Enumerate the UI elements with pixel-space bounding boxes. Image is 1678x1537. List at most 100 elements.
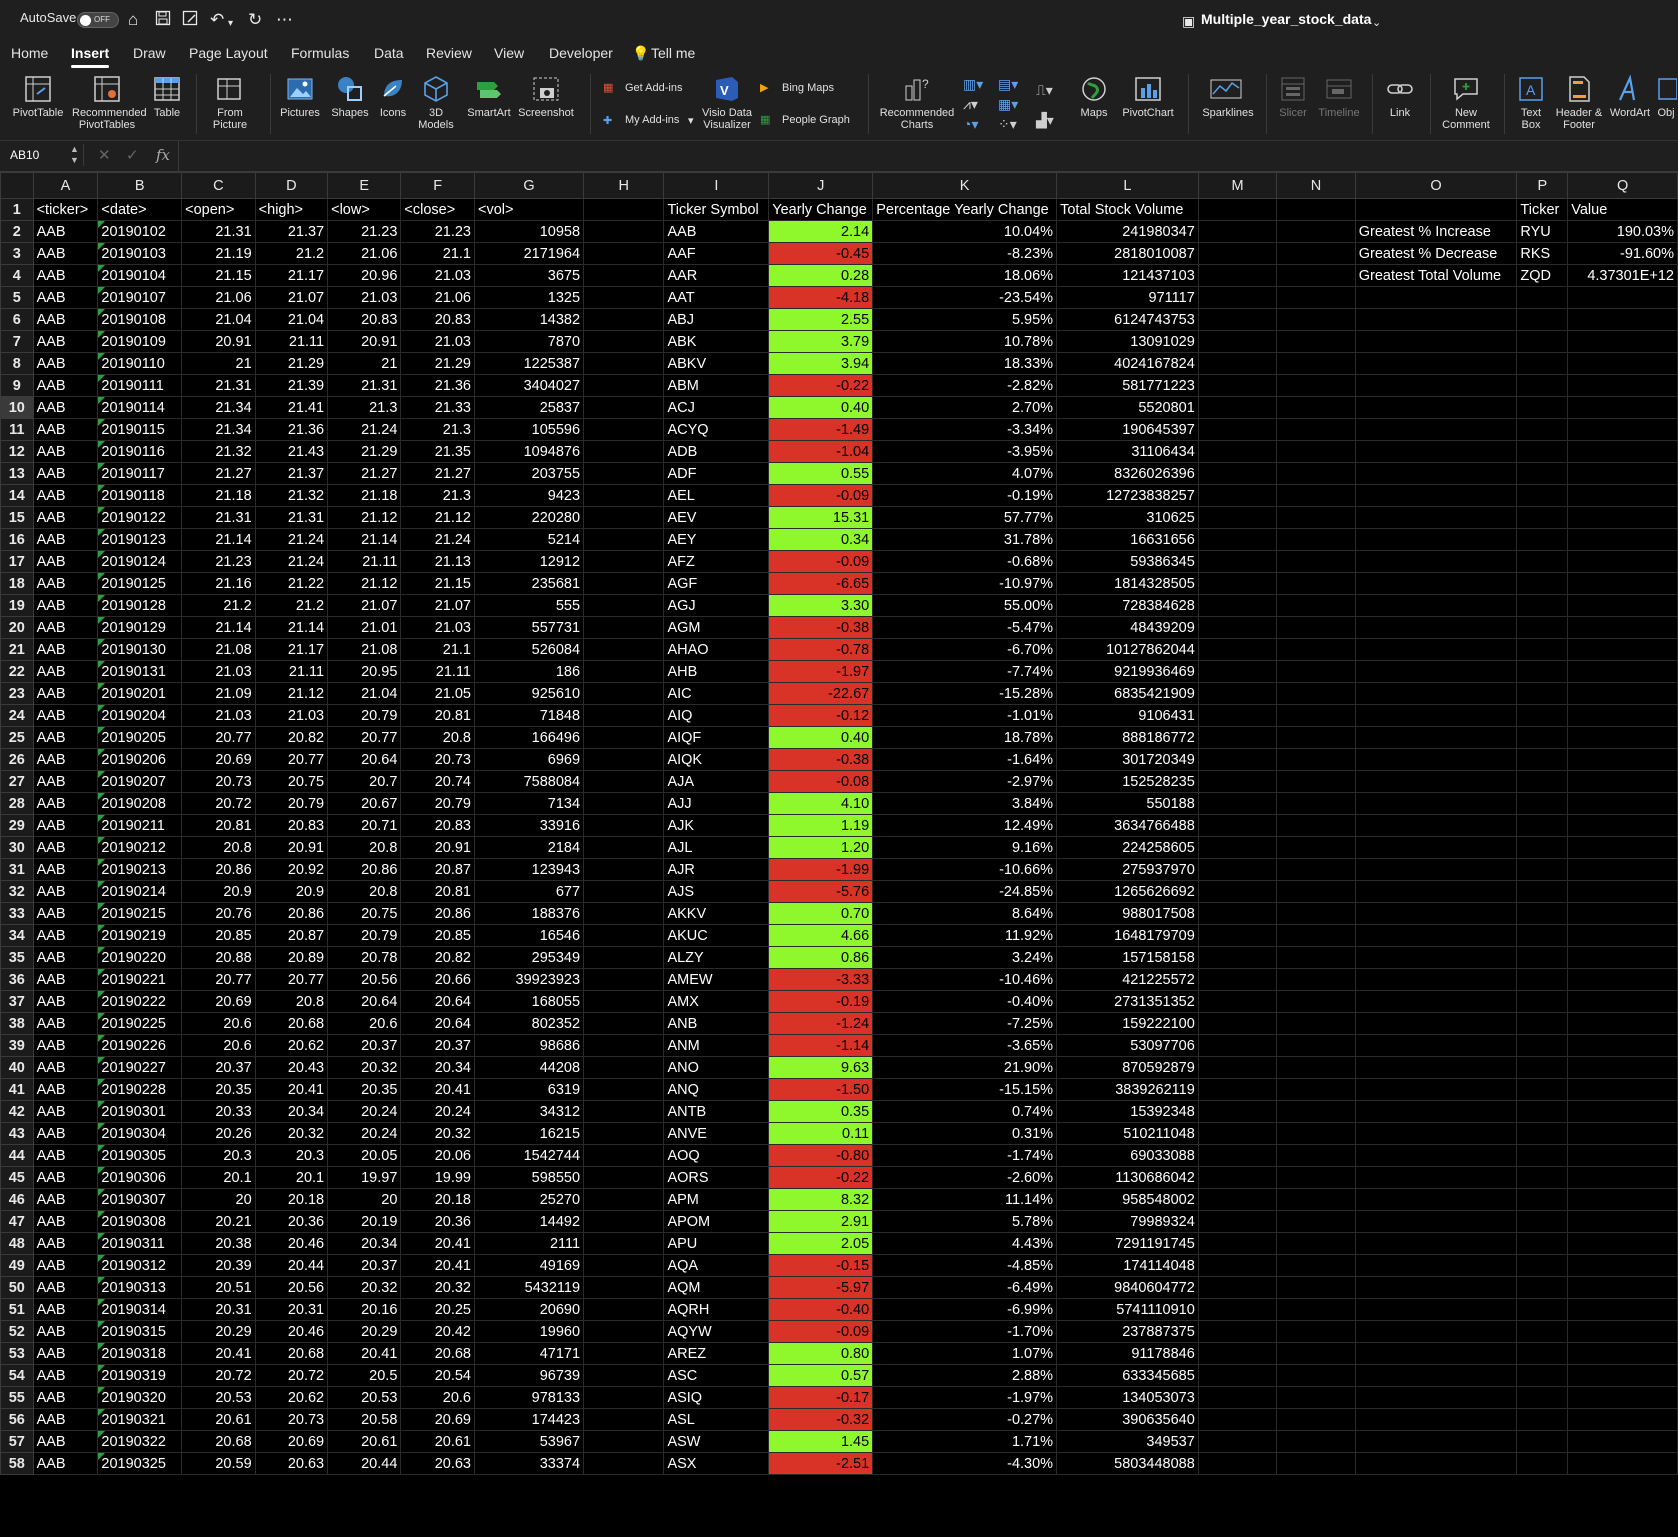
- open-cell[interactable]: 20.3: [181, 1144, 256, 1167]
- object-button[interactable]: Obj: [1654, 68, 1678, 140]
- open-cell[interactable]: 21.03: [181, 660, 256, 683]
- empty-cell[interactable]: [1354, 1144, 1518, 1167]
- low-cell[interactable]: 20.96: [327, 264, 402, 287]
- high-cell[interactable]: 21.37: [254, 220, 329, 243]
- yearly-change-cell[interactable]: -1.04: [768, 440, 874, 463]
- volume-cell[interactable]: 33374: [473, 1452, 585, 1475]
- volume-cell[interactable]: 168055: [473, 990, 585, 1013]
- yearly-change-cell[interactable]: 0.40: [768, 726, 874, 749]
- empty-cell[interactable]: [583, 1452, 665, 1475]
- low-cell[interactable]: 21.01: [327, 616, 402, 639]
- empty-cell[interactable]: [1516, 1122, 1569, 1145]
- percent-change-cell[interactable]: -1.01%: [872, 704, 1058, 727]
- low-cell[interactable]: 20.35: [327, 1078, 402, 1101]
- date-cell[interactable]: 20190321: [97, 1408, 183, 1431]
- empty-cell[interactable]: [1197, 726, 1278, 749]
- high-cell[interactable]: 20.89: [254, 946, 329, 969]
- empty-cell[interactable]: [1567, 1408, 1678, 1431]
- yearly-change-cell[interactable]: -0.08: [768, 770, 874, 793]
- ticker-cell[interactable]: AAB: [32, 528, 99, 551]
- total-volume-cell[interactable]: 958548002: [1056, 1188, 1199, 1211]
- empty-cell[interactable]: [1516, 1386, 1569, 1409]
- date-cell[interactable]: 20190131: [97, 660, 183, 683]
- date-cell[interactable]: 20190211: [97, 814, 183, 837]
- empty-cell[interactable]: [1276, 198, 1356, 221]
- empty-cell[interactable]: [1354, 726, 1518, 749]
- open-cell[interactable]: 21.04: [181, 308, 256, 331]
- close-cell[interactable]: 20.18: [400, 1188, 475, 1211]
- open-cell[interactable]: 20.69: [181, 990, 256, 1013]
- empty-cell[interactable]: [1516, 1342, 1569, 1365]
- ticker-cell[interactable]: AAB: [32, 638, 99, 661]
- high-cell[interactable]: 21.17: [254, 638, 329, 661]
- empty-cell[interactable]: [1516, 902, 1569, 925]
- empty-cell[interactable]: [1516, 330, 1569, 353]
- row-header[interactable]: 27: [0, 770, 34, 793]
- ticker-symbol-cell[interactable]: AAB: [663, 220, 770, 243]
- ticker-symbol-cell[interactable]: AIQ: [663, 704, 770, 727]
- yearly-change-cell[interactable]: -0.32: [768, 1408, 874, 1431]
- high-cell[interactable]: 20.3: [254, 1144, 329, 1167]
- ticker-symbol-cell[interactable]: AKUC: [663, 924, 770, 947]
- ticker-cell[interactable]: AAB: [32, 1342, 99, 1365]
- high-cell[interactable]: 20.77: [254, 748, 329, 771]
- open-cell[interactable]: 20.69: [181, 748, 256, 771]
- recommended-charts-button[interactable]: ? Recommended Charts: [876, 68, 958, 140]
- empty-cell[interactable]: [1197, 396, 1278, 419]
- empty-cell[interactable]: [1567, 1298, 1678, 1321]
- ticker-symbol-cell[interactable]: AEY: [663, 528, 770, 551]
- low-cell[interactable]: 20.75: [327, 902, 402, 925]
- percent-change-cell[interactable]: 18.78%: [872, 726, 1058, 749]
- empty-cell[interactable]: [1567, 726, 1678, 749]
- high-cell[interactable]: 20.68: [254, 1012, 329, 1035]
- date-cell[interactable]: 20190222: [97, 990, 183, 1013]
- empty-cell[interactable]: [1516, 550, 1569, 573]
- open-cell[interactable]: 20.51: [181, 1276, 256, 1299]
- low-cell[interactable]: 20.53: [327, 1386, 402, 1409]
- low-cell[interactable]: 20.91: [327, 330, 402, 353]
- empty-cell[interactable]: [583, 264, 665, 287]
- ticker-symbol-cell[interactable]: AAT: [663, 286, 770, 309]
- close-cell[interactable]: 20.54: [400, 1364, 475, 1387]
- ticker-cell[interactable]: AAB: [32, 506, 99, 529]
- empty-cell[interactable]: [1197, 814, 1278, 837]
- close-cell[interactable]: 20.91: [400, 836, 475, 859]
- row-header[interactable]: 54: [0, 1364, 34, 1387]
- empty-cell[interactable]: [583, 1188, 665, 1211]
- open-cell[interactable]: 20.33: [181, 1100, 256, 1123]
- close-cell[interactable]: 20.81: [400, 880, 475, 903]
- low-cell[interactable]: 20.05: [327, 1144, 402, 1167]
- ticker-symbol-cell[interactable]: ANO: [663, 1056, 770, 1079]
- percent-change-cell[interactable]: -0.40%: [872, 990, 1058, 1013]
- yearly-change-cell[interactable]: 1.45: [768, 1430, 874, 1453]
- low-cell[interactable]: 21.11: [327, 550, 402, 573]
- empty-cell[interactable]: [1354, 1254, 1518, 1277]
- empty-cell[interactable]: [1276, 1452, 1356, 1475]
- empty-cell[interactable]: [1197, 1452, 1278, 1475]
- waterfall-chart-icon[interactable]: ⎍▾: [1036, 82, 1053, 99]
- high-cell[interactable]: 20.79: [254, 792, 329, 815]
- yearly-change-cell[interactable]: 0.28: [768, 264, 874, 287]
- high-cell[interactable]: 20.82: [254, 726, 329, 749]
- empty-cell[interactable]: [1354, 1452, 1518, 1475]
- statistic-chart-icon[interactable]: ▦▾: [998, 96, 1018, 113]
- high-cell[interactable]: 21.39: [254, 374, 329, 397]
- total-volume-cell[interactable]: 121437103: [1056, 264, 1199, 287]
- ticker-cell[interactable]: AAB: [32, 726, 99, 749]
- volume-cell[interactable]: 166496: [473, 726, 585, 749]
- empty-cell[interactable]: [1516, 484, 1569, 507]
- row-header[interactable]: 8: [0, 352, 34, 375]
- empty-cell[interactable]: [1276, 814, 1356, 837]
- yearly-change-cell[interactable]: 0.35: [768, 1100, 874, 1123]
- close-cell[interactable]: 21.3: [400, 484, 475, 507]
- total-volume-cell[interactable]: 310625: [1056, 506, 1199, 529]
- yearly-change-cell[interactable]: 0.86: [768, 946, 874, 969]
- column-header-p[interactable]: P: [1516, 172, 1569, 199]
- ticker-cell[interactable]: AAB: [32, 1386, 99, 1409]
- empty-cell[interactable]: [1197, 550, 1278, 573]
- empty-cell[interactable]: [1276, 462, 1356, 485]
- yearly-change-cell[interactable]: -1.99: [768, 858, 874, 881]
- empty-cell[interactable]: [583, 990, 665, 1013]
- empty-cell[interactable]: [1567, 440, 1678, 463]
- empty-cell[interactable]: [583, 616, 665, 639]
